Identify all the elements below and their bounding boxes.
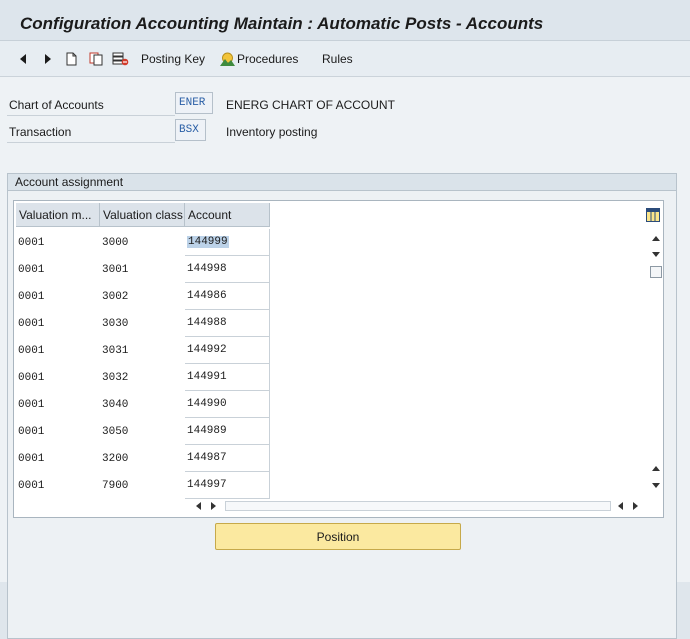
table-row[interactable]: 0001 3050 144989 [14,418,270,445]
procedures-icon[interactable] [219,50,236,68]
cell-valuation-class: 3030 [102,317,129,330]
table-row[interactable]: 0001 3031 144992 [14,337,270,364]
table-row[interactable]: 0001 3002 144986 [14,283,270,310]
cell-valuation-modif: 0001 [18,371,45,384]
cell-valuation-class: 7900 [102,479,129,492]
column-header-account[interactable]: Account [185,203,270,227]
group-header: Account assignment [8,174,676,191]
chart-of-accounts-description: ENERG CHART OF ACCOUNT [226,98,395,112]
cell-account-input[interactable]: 144990 [185,391,270,418]
copy-icon[interactable] [88,50,104,68]
chart-of-accounts-field[interactable]: ENER [175,92,213,114]
account-value: 144997 [187,479,227,491]
transaction-field[interactable]: BSX [175,119,206,141]
cell-valuation-class: 3200 [102,452,129,465]
transaction-label: Transaction [9,125,72,139]
posting-key-button[interactable]: Posting Key [141,52,205,66]
cell-account-input[interactable]: 144988 [185,310,270,337]
cell-valuation-modif: 0001 [18,479,45,492]
cell-valuation-modif: 0001 [18,425,45,438]
cell-valuation-class: 3000 [102,236,129,249]
cell-valuation-class: 3050 [102,425,129,438]
vertical-scrollbar[interactable] [649,231,663,496]
scroll-page-up-icon[interactable] [649,461,663,475]
column-header-valuation-modif[interactable]: Valuation m... [16,203,100,227]
group-title: Account assignment [15,175,124,189]
arrow-right-icon[interactable] [43,50,53,68]
account-value: 144998 [187,263,227,275]
cell-account-input[interactable]: 144991 [185,364,270,391]
delete-icon[interactable] [111,50,129,68]
horizontal-scroll-track[interactable] [225,501,611,511]
account-value: 144986 [187,290,227,302]
chart-of-accounts-label: Chart of Accounts [9,98,104,112]
cell-valuation-modif: 0001 [18,317,45,330]
cell-valuation-class: 3032 [102,371,129,384]
cell-account-input[interactable]: 144986 [185,283,270,310]
scroll-far-left-icon[interactable] [613,499,627,513]
horizontal-scrollbar[interactable] [189,499,649,513]
table-settings-icon[interactable] [646,208,660,222]
cell-valuation-modif: 0001 [18,344,45,357]
cell-account-input[interactable]: 144987 [185,445,270,472]
account-value: 144999 [187,236,229,248]
table-row[interactable]: 0001 3001 144998 [14,256,270,283]
cell-valuation-class: 3031 [102,344,129,357]
cell-valuation-class: 3001 [102,263,129,276]
scroll-far-right-icon[interactable] [629,499,643,513]
account-assignment-table: Valuation m... Valuation class Account 0… [13,200,664,518]
procedures-button[interactable]: Procedures [237,52,298,66]
rules-button[interactable]: Rules [322,52,353,66]
account-value: 144992 [187,344,227,356]
table-row[interactable]: 0001 3030 144988 [14,310,270,337]
table-row[interactable]: 0001 3200 144987 [14,445,270,472]
window-title: Configuration Accounting Maintain : Auto… [20,14,544,33]
cell-valuation-modif: 0001 [18,452,45,465]
main-area: Chart of Accounts ENER ENERG CHART OF AC… [0,77,690,639]
table-row[interactable]: 0001 3000 144999 [14,229,270,256]
cell-valuation-class: 3040 [102,398,129,411]
cell-valuation-modif: 0001 [18,236,45,249]
account-value: 144988 [187,317,227,329]
new-document-icon[interactable] [65,50,77,68]
account-value: 144991 [187,371,227,383]
field-underline [7,142,175,143]
cell-valuation-modif: 0001 [18,290,45,303]
scroll-left-icon[interactable] [191,499,205,513]
column-header-valuation-class[interactable]: Valuation class [100,203,185,227]
arrow-left-icon[interactable] [18,50,28,68]
scroll-up-icon[interactable] [649,231,663,245]
account-value: 144987 [187,452,227,464]
title-bar: Configuration Accounting Maintain : Auto… [0,0,690,41]
cell-valuation-class: 3002 [102,290,129,303]
cell-account-input[interactable]: 144999 [185,229,270,256]
table-row[interactable]: 0001 3040 144990 [14,391,270,418]
cell-valuation-modif: 0001 [18,263,45,276]
scroll-thumb[interactable] [649,265,663,279]
position-button[interactable]: Position [215,523,461,550]
cell-valuation-modif: 0001 [18,398,45,411]
transaction-description: Inventory posting [226,125,318,139]
scroll-down-icon[interactable] [649,248,663,262]
table-row[interactable]: 0001 3032 144991 [14,364,270,391]
scroll-page-down-icon[interactable] [649,479,663,493]
application-toolbar: Posting Key Procedures Rules [0,41,690,77]
account-value: 144990 [187,398,227,410]
cell-account-input[interactable]: 144998 [185,256,270,283]
cell-account-input[interactable]: 144992 [185,337,270,364]
account-value: 144989 [187,425,227,437]
account-assignment-group: Account assignment Valuation m... Valuat… [7,173,677,639]
cell-account-input[interactable]: 144989 [185,418,270,445]
table-row[interactable]: 0001 7900 144997 [14,472,270,499]
scroll-right-icon[interactable] [207,499,221,513]
cell-account-input[interactable]: 144997 [185,472,270,499]
field-underline [7,115,175,116]
